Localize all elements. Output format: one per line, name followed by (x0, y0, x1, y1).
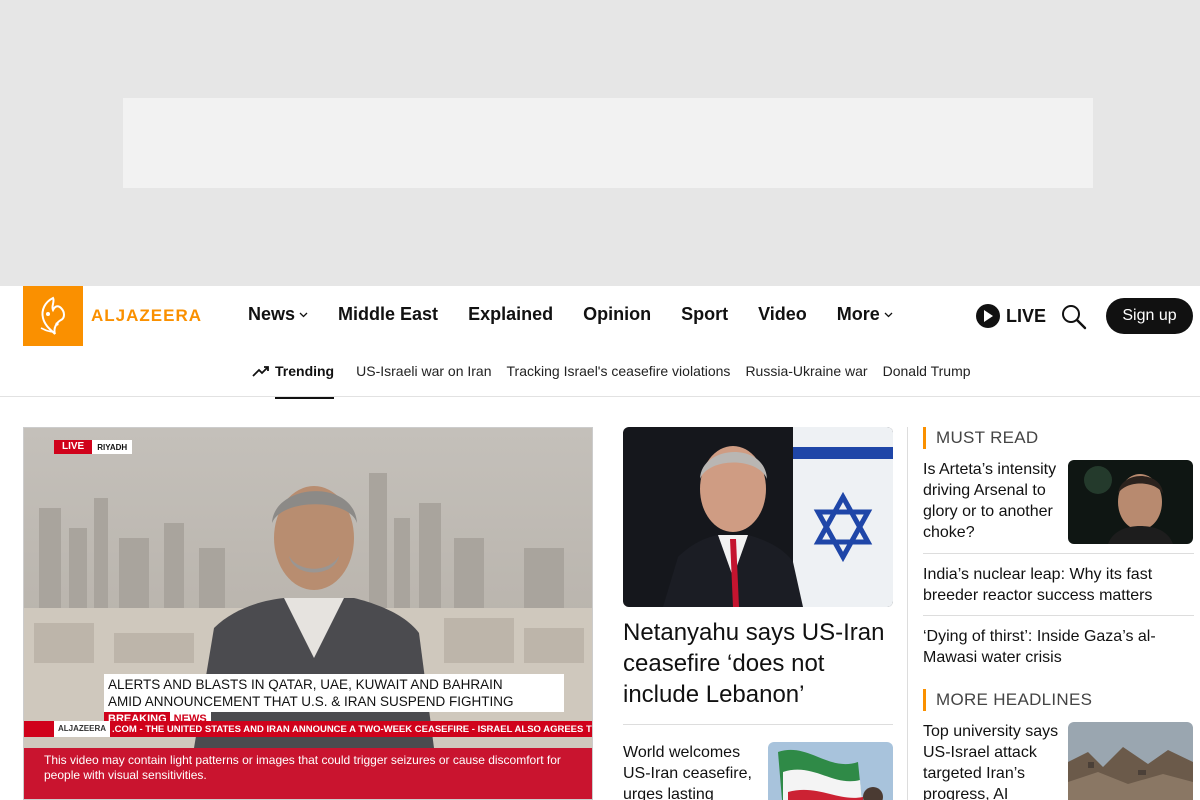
ticker-logo: ALJAZEERA (54, 721, 111, 737)
nav-label: News (248, 304, 296, 324)
live-label: LIVE (1006, 305, 1047, 326)
brand-name: ALJAZEERA (91, 306, 203, 325)
live-badge: LIVE RIYADH (54, 440, 133, 454)
site-header: ALJAZEERA News Middle East Explained Opi… (0, 286, 1200, 399)
aljazeera-logo-icon (23, 286, 83, 346)
lower-third: ALERTS AND BLASTS IN QATAR, UAE, KUWAIT … (104, 674, 564, 726)
trending-tab[interactable]: Trending (252, 363, 335, 399)
main-nav: News Middle East Explained Opinion Sport… (248, 304, 893, 325)
headline-line: ALERTS AND BLASTS IN QATAR, UAE, KUWAIT … (108, 677, 503, 692)
signup-button[interactable]: Sign up (1106, 298, 1193, 334)
seizure-warning: This video may contain light patterns or… (24, 748, 592, 799)
trending-label: Trending (275, 363, 335, 379)
trending-link[interactable]: US-Israeli war on Iran (356, 363, 491, 379)
chevron-down-icon (884, 312, 893, 317)
news-ticker: ALJAZEERA .COM - THE UNITED STATES AND I… (24, 721, 593, 737)
nav-item-video[interactable]: Video (758, 304, 807, 325)
location-label: RIYADH (97, 442, 128, 452)
featured-story-image[interactable] (623, 427, 893, 607)
headline-line: AMID ANNOUNCEMENT THAT U.S. & IRAN SUSPE… (108, 694, 514, 709)
live-button[interactable]: LIVE (976, 304, 1046, 328)
ad-slot[interactable] (123, 98, 1093, 188)
trending-link[interactable]: Donald Trump (883, 363, 971, 379)
search-icon[interactable] (1060, 303, 1088, 331)
section-label: MUST READ (936, 428, 1039, 447)
nav-item-more[interactable]: More (837, 304, 893, 325)
nav-item-middle-east[interactable]: Middle East (338, 304, 438, 325)
site-logo[interactable]: ALJAZEERA (23, 286, 202, 346)
ad-banner-area (0, 0, 1200, 286)
must-read-item[interactable]: Is Arteta’s intensity driving Arsenal to… (923, 459, 1063, 543)
nav-label: Sport (681, 304, 729, 324)
nav-item-sport[interactable]: Sport (681, 304, 728, 325)
trending-link[interactable]: Russia-Ukraine war (745, 363, 867, 379)
nav-label: Explained (468, 304, 554, 324)
lower-third-headline: ALERTS AND BLASTS IN QATAR, UAE, KUWAIT … (104, 674, 564, 712)
nav-label: Opinion (583, 304, 652, 324)
nav-label: Video (758, 304, 807, 324)
section-label: MORE HEADLINES (936, 690, 1093, 709)
trending-bar: Trending US-Israeli war on Iran Tracking… (252, 360, 971, 399)
must-read-heading: MUST READ (923, 427, 1039, 449)
secondary-story[interactable]: World welcomes US-Iran ceasefire, urges … (623, 742, 893, 800)
nav-label: Middle East (338, 304, 439, 324)
secondary-story-image[interactable] (768, 742, 893, 800)
divider (623, 724, 893, 725)
nav-item-explained[interactable]: Explained (468, 304, 553, 325)
trending-link[interactable]: Tracking Israel's ceasefire violations (507, 363, 731, 379)
trending-up-icon (252, 366, 269, 377)
ticker-text: .COM - THE UNITED STATES AND IRAN ANNOUN… (112, 723, 593, 735)
headline-thumbnail[interactable] (1068, 722, 1193, 800)
must-read-item[interactable]: ‘Dying of thirst’: Inside Gaza’s al-Mawa… (923, 626, 1194, 668)
featured-story-title[interactable]: Netanyahu says US-Iran ceasefire ‘does n… (623, 617, 893, 710)
more-headlines-heading: MORE HEADLINES (923, 689, 1092, 711)
sidebar: MUST READ Is Arteta’s intensity driving … (907, 427, 1194, 800)
divider (923, 615, 1194, 616)
section-accent-bar (923, 427, 926, 449)
must-read-item[interactable]: India’s nuclear leap: Why its fast breed… (923, 564, 1194, 606)
nav-label: More (836, 304, 880, 324)
chevron-down-icon (299, 312, 308, 317)
live-video-player[interactable]: LIVE RIYADH ALERTS AND BLASTS IN QATAR, … (23, 427, 593, 800)
nav-item-news[interactable]: News (248, 304, 308, 325)
live-badge-label: LIVE (54, 440, 93, 454)
must-read-thumbnail[interactable] (1068, 460, 1193, 544)
featured-story[interactable]: Netanyahu says US-Iran ceasefire ‘does n… (623, 427, 893, 725)
section-accent-bar (923, 689, 926, 711)
play-icon (976, 304, 1000, 328)
nav-item-opinion[interactable]: Opinion (583, 304, 651, 325)
secondary-story-title[interactable]: World welcomes US-Iran ceasefire, urges … (623, 742, 758, 800)
headline-item[interactable]: Top university says US-Israel attack tar… (923, 721, 1063, 800)
divider (923, 553, 1194, 554)
